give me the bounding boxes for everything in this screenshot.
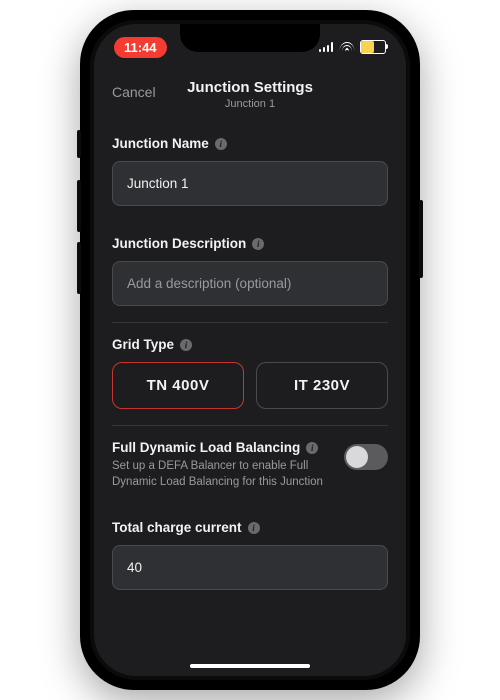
grid-type-segment: TN 400V IT 230V — [112, 362, 388, 409]
total-current-input[interactable]: 40 — [112, 545, 388, 590]
junction-description-input[interactable]: Add a description (optional) — [112, 261, 388, 306]
cellular-icon — [319, 42, 334, 52]
info-icon[interactable]: i — [180, 339, 192, 351]
info-icon[interactable]: i — [252, 238, 264, 250]
dlb-label: Full Dynamic Load Balancing — [112, 440, 300, 455]
battery-icon — [360, 40, 386, 54]
nav-header: Cancel Junction Settings Junction 1 — [94, 70, 406, 120]
grid-option-tn400v[interactable]: TN 400V — [112, 362, 244, 409]
section-total-current: Total charge current i 40 — [112, 506, 388, 606]
section-junction-name: Junction Name i Junction 1 — [112, 122, 388, 222]
junction-description-label: Junction Description — [112, 236, 246, 251]
side-button — [419, 200, 423, 278]
status-right — [319, 40, 387, 54]
phone-bezel: 11:44 Cancel Junction Settings Junction … — [90, 20, 410, 680]
grid-option-it230v[interactable]: IT 230V — [256, 362, 388, 409]
nav-center: Junction Settings Junction 1 — [187, 80, 313, 111]
section-dlb: Full Dynamic Load Balancing i Set up a D… — [112, 425, 388, 506]
toggle-knob — [346, 446, 368, 468]
phone-frame: 11:44 Cancel Junction Settings Junction … — [80, 10, 420, 690]
info-icon[interactable]: i — [215, 138, 227, 150]
content: Junction Name i Junction 1 Junction Desc… — [94, 120, 406, 606]
notch — [180, 24, 320, 52]
total-current-label: Total charge current — [112, 520, 242, 535]
dlb-toggle[interactable] — [344, 444, 388, 470]
side-button — [77, 130, 81, 158]
grid-type-label: Grid Type — [112, 337, 174, 352]
side-button — [77, 180, 81, 232]
junction-name-input[interactable]: Junction 1 — [112, 161, 388, 206]
dlb-description: Set up a DEFA Balancer to enable Full Dy… — [112, 459, 332, 490]
junction-name-label: Junction Name — [112, 136, 209, 151]
side-button — [77, 242, 81, 294]
page-title: Junction Settings — [187, 80, 313, 97]
info-icon[interactable]: i — [248, 522, 260, 534]
status-bar: 11:44 — [94, 24, 406, 70]
section-junction-description: Junction Description i Add a description… — [112, 222, 388, 322]
section-grid-type: Grid Type i TN 400V IT 230V — [112, 322, 388, 425]
wifi-icon — [339, 42, 354, 53]
screen: 11:44 Cancel Junction Settings Junction … — [94, 24, 406, 676]
info-icon[interactable]: i — [306, 442, 318, 454]
cancel-button[interactable]: Cancel — [112, 84, 156, 100]
home-indicator — [190, 664, 310, 668]
page-subtitle: Junction 1 — [225, 98, 275, 110]
status-time: 11:44 — [114, 37, 167, 58]
